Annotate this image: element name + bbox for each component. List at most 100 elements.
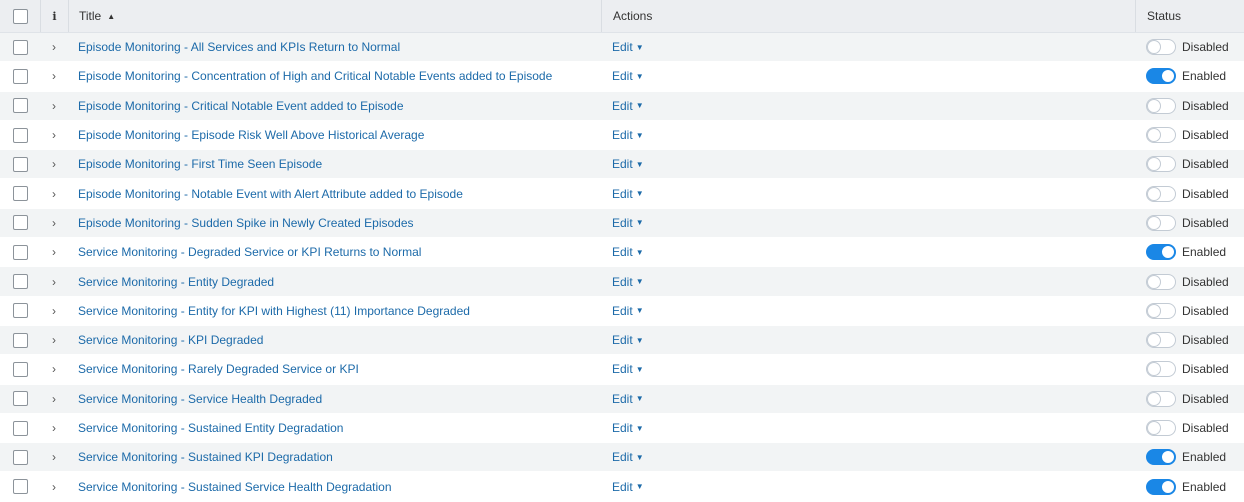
row-actions-cell: Edit ▼ [601,33,1135,61]
chevron-right-icon[interactable]: › [52,333,56,347]
row-checkbox[interactable] [12,68,28,84]
row-title-link[interactable]: Service Monitoring - Sustained Entity De… [78,421,343,435]
row-title-link[interactable]: Service Monitoring - Rarely Degraded Ser… [78,362,359,376]
row-checkbox[interactable] [12,391,28,407]
edit-dropdown-button[interactable]: Edit ▼ [612,157,644,171]
edit-dropdown-button[interactable]: Edit ▼ [612,128,644,142]
row-checkbox[interactable] [12,274,28,290]
row-select-cell [0,92,40,120]
row-checkbox[interactable] [12,39,28,55]
status-toggle[interactable] [1146,302,1176,319]
chevron-right-icon[interactable]: › [52,480,56,494]
status-toggle[interactable] [1146,420,1176,436]
status-toggle[interactable] [1146,185,1176,202]
info-icon[interactable]: i [52,10,56,23]
edit-dropdown-button[interactable]: Edit ▼ [612,450,644,464]
edit-dropdown-button[interactable]: Edit ▼ [612,333,644,347]
row-status-cell: Disabled [1135,355,1244,383]
status-toggle[interactable] [1146,390,1176,407]
row-title-link[interactable]: Episode Monitoring - Concentration of Hi… [78,69,552,83]
chevron-right-icon[interactable]: › [52,40,56,54]
edit-dropdown-button[interactable]: Edit ▼ [612,421,644,435]
chevron-right-icon[interactable]: › [52,362,56,376]
row-checkbox[interactable] [12,479,28,495]
row-checkbox[interactable] [12,332,28,348]
row-title-cell: Episode Monitoring - First Time Seen Epi… [68,150,601,178]
row-title-link[interactable]: Service Monitoring - Service Health Degr… [78,392,322,406]
status-toggle[interactable] [1146,127,1176,144]
status-toggle[interactable] [1146,273,1176,290]
row-title-link[interactable]: Episode Monitoring - Notable Event with … [78,187,463,201]
chevron-right-icon[interactable]: › [52,69,56,83]
column-header-title[interactable]: Title ▲ [68,0,601,32]
edit-dropdown-button[interactable]: Edit ▼ [612,480,644,494]
row-title-cell: Service Monitoring - Entity Degraded [68,267,601,295]
row-checkbox[interactable] [12,186,28,202]
edit-dropdown-button[interactable]: Edit ▼ [612,392,644,406]
status-toggle[interactable] [1146,332,1176,349]
row-status-cell: Disabled [1135,121,1244,149]
row-title-link[interactable]: Service Monitoring - Entity for KPI with… [78,304,470,318]
status-label: Disabled [1182,274,1229,289]
chevron-right-icon[interactable]: › [52,216,56,230]
row-checkbox[interactable] [12,449,28,465]
row-title-link[interactable]: Service Monitoring - Sustained KPI Degra… [78,450,333,464]
row-title-link[interactable]: Episode Monitoring - First Time Seen Epi… [78,157,322,171]
edit-dropdown-button[interactable]: Edit ▼ [612,304,644,318]
edit-dropdown-button[interactable]: Edit ▼ [612,216,644,230]
chevron-right-icon[interactable]: › [52,304,56,318]
chevron-right-icon[interactable]: › [52,245,56,259]
select-all-checkbox[interactable] [12,8,28,24]
status-toggle[interactable] [1146,478,1176,495]
chevron-right-icon[interactable]: › [52,421,56,435]
edit-dropdown-button[interactable]: Edit ▼ [612,99,644,113]
row-title-cell: Episode Monitoring - Concentration of Hi… [68,62,601,90]
edit-dropdown-button[interactable]: Edit ▼ [612,187,644,201]
status-toggle[interactable] [1146,244,1176,261]
chevron-right-icon[interactable]: › [52,99,56,113]
row-title-link[interactable]: Service Monitoring - Entity Degraded [78,275,274,289]
row-checkbox[interactable] [12,420,28,436]
chevron-right-icon[interactable]: › [52,128,56,142]
status-toggle[interactable] [1146,156,1176,173]
edit-dropdown-button[interactable]: Edit ▼ [612,69,644,83]
row-title-link[interactable]: Service Monitoring - Sustained Service H… [78,480,392,494]
status-toggle[interactable] [1146,39,1176,56]
status-toggle[interactable] [1146,214,1176,231]
column-header-status-label: Status [1147,9,1182,23]
row-actions-cell: Edit ▼ [601,121,1135,149]
status-toggle[interactable] [1146,97,1176,114]
edit-dropdown-button[interactable]: Edit ▼ [612,40,644,54]
row-checkbox[interactable] [12,127,28,143]
status-label: Disabled [1182,391,1229,406]
chevron-right-icon[interactable]: › [52,392,56,406]
chevron-right-icon[interactable]: › [52,450,56,464]
edit-dropdown-button[interactable]: Edit ▼ [612,362,644,376]
table-row: › Episode Monitoring - Notable Event wit… [0,179,1244,209]
toggle-knob [1147,362,1161,377]
row-title-link[interactable]: Episode Monitoring - Sudden Spike in New… [78,216,414,230]
caret-down-icon: ▼ [635,394,644,404]
edit-dropdown-button[interactable]: Edit ▼ [612,275,644,289]
status-label: Disabled [1182,421,1229,435]
row-title-link[interactable]: Episode Monitoring - All Services and KP… [78,40,400,54]
chevron-right-icon[interactable]: › [52,275,56,289]
row-checkbox[interactable] [12,156,28,172]
row-title-link[interactable]: Episode Monitoring - Episode Risk Well A… [78,128,424,142]
row-title-link[interactable]: Episode Monitoring - Critical Notable Ev… [78,99,404,113]
caret-down-icon: ▼ [635,452,644,462]
row-title-link[interactable]: Service Monitoring - Degraded Service or… [78,245,421,259]
chevron-right-icon[interactable]: › [52,157,56,171]
row-checkbox[interactable] [12,303,28,319]
status-label: Disabled [1182,40,1229,55]
status-toggle[interactable] [1146,361,1176,378]
status-toggle[interactable] [1146,68,1176,85]
edit-dropdown-button[interactable]: Edit ▼ [612,245,644,259]
row-checkbox[interactable] [12,215,28,231]
row-title-link[interactable]: Service Monitoring - KPI Degraded [78,333,263,347]
chevron-right-icon[interactable]: › [52,187,56,201]
row-checkbox[interactable] [12,361,28,377]
row-checkbox[interactable] [12,98,28,114]
status-toggle[interactable] [1146,449,1176,466]
row-checkbox[interactable] [12,244,28,260]
